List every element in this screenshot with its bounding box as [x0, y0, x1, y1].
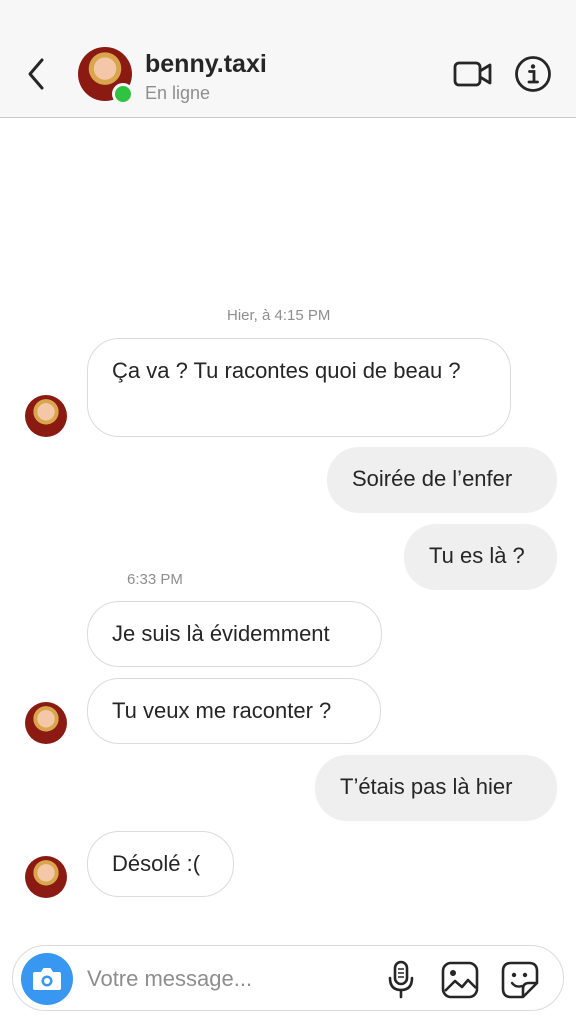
online-status-dot	[112, 83, 134, 105]
message-bubble-incoming[interactable]: Désolé :(	[87, 831, 234, 897]
back-button[interactable]	[20, 56, 52, 92]
info-button[interactable]	[514, 55, 552, 93]
video-camera-icon	[453, 61, 492, 87]
message-bubble-outgoing[interactable]: T’étais pas là hier	[315, 755, 557, 821]
avatar	[25, 856, 67, 898]
microphone-icon	[388, 960, 414, 999]
message-bubble-incoming[interactable]: Ça va ? Tu racontes quoi de beau ?	[87, 338, 511, 437]
online-status-text: En ligne	[145, 83, 211, 103]
message-input[interactable]	[87, 960, 377, 998]
sticker-icon	[501, 961, 539, 999]
info-icon	[515, 56, 551, 92]
camera-icon	[33, 968, 61, 990]
chevron-left-icon	[28, 58, 44, 90]
timestamp: 6:33 PM	[127, 571, 183, 588]
voice-message-button[interactable]	[385, 960, 417, 1000]
message-composer	[12, 945, 564, 1011]
timestamp: Hier, à 4:15 PM	[227, 307, 331, 324]
message-bubble-incoming[interactable]: Je suis là évidemment	[87, 601, 382, 667]
avatar	[25, 702, 67, 744]
video-call-button[interactable]	[452, 56, 494, 92]
chat-username[interactable]: benny.taxi	[145, 50, 267, 79]
camera-button[interactable]	[21, 953, 73, 1005]
avatar	[25, 395, 67, 437]
image-icon	[441, 961, 479, 999]
chat-header: benny.taxi En ligne	[0, 0, 576, 118]
message-bubble-outgoing[interactable]: Tu es là ?	[404, 524, 557, 590]
sticker-button[interactable]	[501, 961, 539, 999]
message-bubble-outgoing[interactable]: Soirée de l’enfer	[327, 447, 557, 513]
message-bubble-incoming[interactable]: Tu veux me raconter ?	[87, 678, 381, 744]
gallery-button[interactable]	[441, 961, 479, 999]
